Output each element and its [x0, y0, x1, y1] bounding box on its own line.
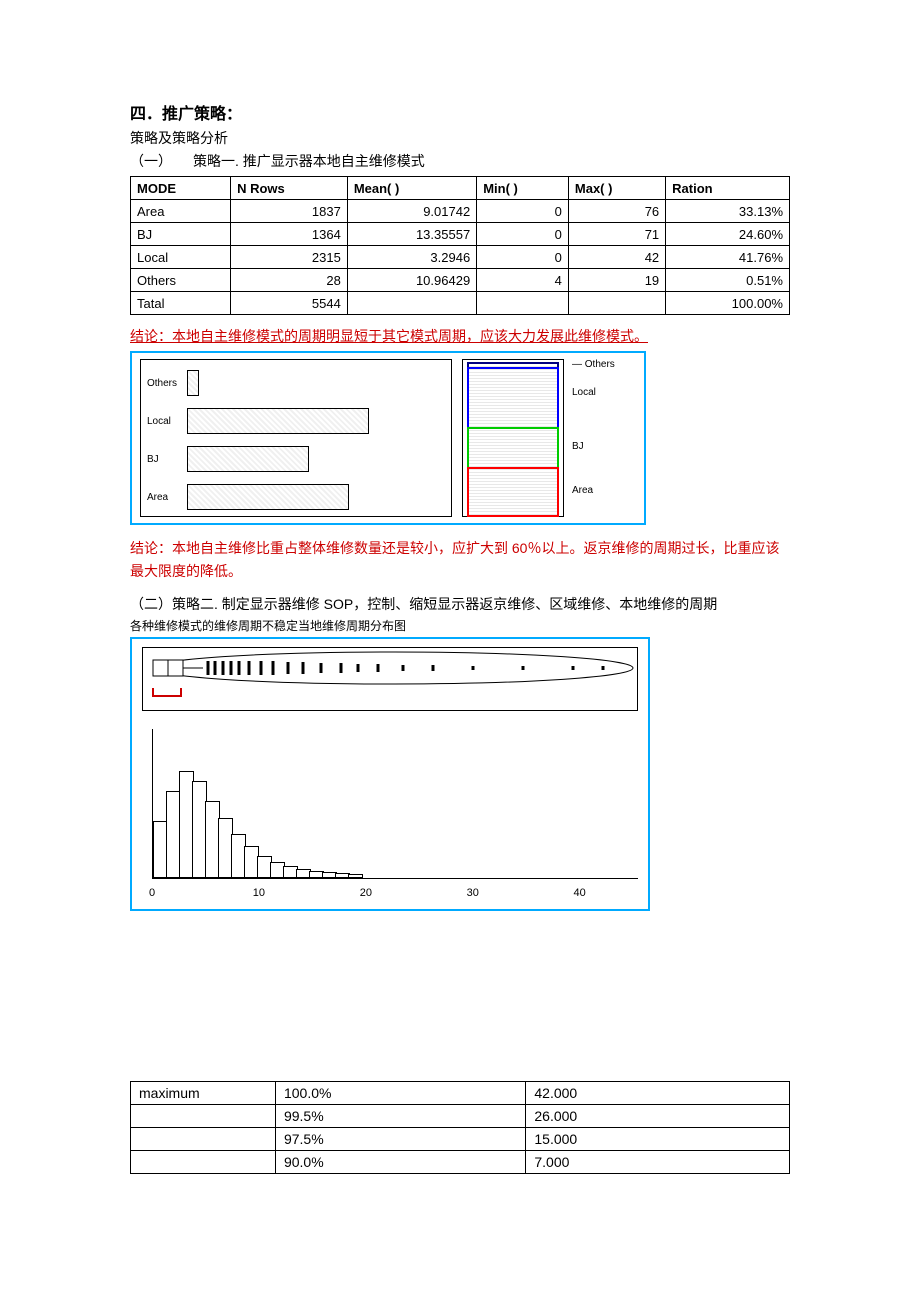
cell: Others [131, 269, 231, 292]
hbar [348, 874, 363, 878]
slice-area [467, 467, 559, 517]
cell: 1837 [231, 200, 348, 223]
cell: 42.000 [526, 1082, 790, 1105]
conclusion-1: 结论：本地自主维修模式的周期明显短于其它模式周期，应该大力发展此维修模式。 [130, 325, 790, 347]
xtick: 10 [253, 887, 265, 899]
bar-label: Area [147, 492, 187, 503]
cell: 28 [231, 269, 348, 292]
xtick: 30 [467, 887, 479, 899]
cell [347, 292, 476, 315]
cell: 4 [477, 269, 569, 292]
table-row: Area 1837 9.01742 0 76 33.13% [131, 200, 790, 223]
chart2-container: 0 10 20 30 40 [130, 637, 650, 911]
th-ration: Ration [666, 177, 790, 200]
table-row: 99.5% 26.000 [131, 1105, 790, 1128]
th-mean: Mean( ) [347, 177, 476, 200]
cell: 0 [477, 200, 569, 223]
chart1-right-labels: — Others Local BJ Area [572, 359, 632, 517]
table-row: Others 28 10.96429 4 19 0.51% [131, 269, 790, 292]
conclusion-2: 结论：本地自主维修比重占整体维修数量还是较小，应扩大到 60％以上。返京维修的周… [130, 537, 790, 582]
chart1-container: Others Local BJ Area — Others Local BJ A… [130, 351, 646, 525]
cell: 71 [568, 223, 665, 246]
strategy2-intro: （二）策略二. 制定显示器维修 SOP，控制、缩短显示器返京维修、区域维修、本地… [130, 594, 790, 615]
cell: 42 [568, 246, 665, 269]
chart2-boxplot [142, 647, 638, 711]
cell [568, 292, 665, 315]
chart2-xticks: 0 10 20 30 40 [152, 887, 638, 901]
table-row: Local 2315 3.2946 0 42 41.76% [131, 246, 790, 269]
quantile-table: maximum 100.0% 42.000 99.5% 26.000 97.5%… [130, 1081, 790, 1174]
rlabel: Area [572, 485, 593, 496]
cell: 7.000 [526, 1151, 790, 1174]
strategy1-intro: （一） 策略一. 推广显示器本地自主维修模式 [130, 151, 790, 172]
chart2-caption: 各种维修模式的维修周期不稳定当地维修周期分布图 [130, 617, 790, 635]
table-header-row: MODE N Rows Mean( ) Min( ) Max( ) Ration [131, 177, 790, 200]
cell: 100.00% [666, 292, 790, 315]
cell: 100.0% [275, 1082, 525, 1105]
cell: 9.01742 [347, 200, 476, 223]
cell: 0 [477, 223, 569, 246]
xtick: 20 [360, 887, 372, 899]
bar-others [187, 370, 199, 396]
chart1-bar-panel: Others Local BJ Area [140, 359, 452, 517]
table-row: maximum 100.0% 42.000 [131, 1082, 790, 1105]
th-mode: MODE [131, 177, 231, 200]
cell: 19 [568, 269, 665, 292]
table-row: Tatal 5544 100.00% [131, 292, 790, 315]
bar-label: Others [147, 378, 187, 389]
cell: maximum [131, 1082, 276, 1105]
slice-local [467, 367, 559, 429]
bar-label: BJ [147, 454, 187, 465]
cell: 15.000 [526, 1128, 790, 1151]
cell: 41.76% [666, 246, 790, 269]
chart2-histogram [152, 729, 638, 879]
th-max: Max( ) [568, 177, 665, 200]
bar-label: Local [147, 416, 187, 427]
cell [131, 1151, 276, 1174]
cell: 76 [568, 200, 665, 223]
subtitle: 策略及策略分析 [130, 128, 790, 149]
cell: 1364 [231, 223, 348, 246]
cell: 33.13% [666, 200, 790, 223]
section-heading: 四．推广策略： [130, 100, 790, 124]
chart1-stack-panel [462, 359, 564, 517]
cell [131, 1128, 276, 1151]
rlabel: BJ [572, 441, 584, 452]
xtick: 0 [149, 887, 155, 899]
cell: 10.96429 [347, 269, 476, 292]
bar-bj [187, 446, 309, 472]
table-row: 90.0% 7.000 [131, 1151, 790, 1174]
cell: BJ [131, 223, 231, 246]
rlabel: — Others [572, 359, 615, 370]
th-min: Min( ) [477, 177, 569, 200]
cell: Area [131, 200, 231, 223]
cell: 24.60% [666, 223, 790, 246]
table-row: BJ 1364 13.35557 0 71 24.60% [131, 223, 790, 246]
table-row: 97.5% 15.000 [131, 1128, 790, 1151]
rlabel: Local [572, 387, 596, 398]
cell: 5544 [231, 292, 348, 315]
cell: 0 [477, 246, 569, 269]
cell: Tatal [131, 292, 231, 315]
xtick: 40 [574, 887, 586, 899]
th-nrows: N Rows [231, 177, 348, 200]
cell: Local [131, 246, 231, 269]
slice-bj [467, 427, 559, 469]
mode-table: MODE N Rows Mean( ) Min( ) Max( ) Ration… [130, 176, 790, 315]
boxplot-svg [143, 648, 637, 710]
cell [477, 292, 569, 315]
bar-area [187, 484, 349, 510]
cell: 90.0% [275, 1151, 525, 1174]
cell: 26.000 [526, 1105, 790, 1128]
cell: 13.35557 [347, 223, 476, 246]
cell: 0.51% [666, 269, 790, 292]
cell [131, 1105, 276, 1128]
cell: 3.2946 [347, 246, 476, 269]
cell: 2315 [231, 246, 348, 269]
cell: 97.5% [275, 1128, 525, 1151]
bar-local [187, 408, 369, 434]
cell: 99.5% [275, 1105, 525, 1128]
